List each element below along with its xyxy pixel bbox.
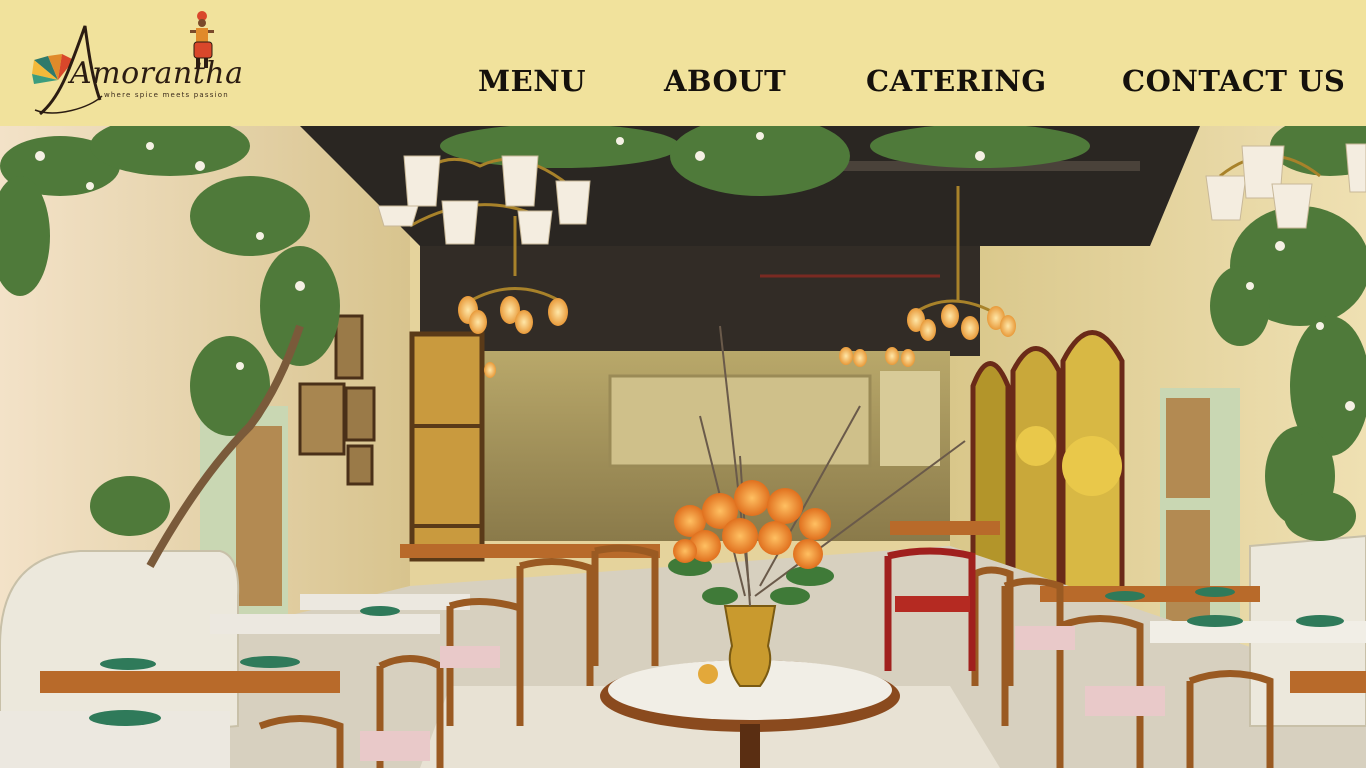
nav-menu-link[interactable]: MENU [478,64,586,98]
restaurant-interior-illustration [0,126,1366,768]
nav-catering-link[interactable]: CATERING [866,64,1047,98]
brand-tagline: where spice meets passion [104,91,229,99]
site-header: Amorantha where spice meets passion MENU… [0,0,1366,126]
nav-about-link[interactable]: ABOUT [664,64,786,98]
brand-logo[interactable]: Amorantha where spice meets passion [30,8,245,120]
nav-contact-us-link[interactable]: CONTACT US [1122,64,1345,98]
brand-name: Amorantha [70,56,244,91]
hero-restaurant-image [0,126,1366,768]
